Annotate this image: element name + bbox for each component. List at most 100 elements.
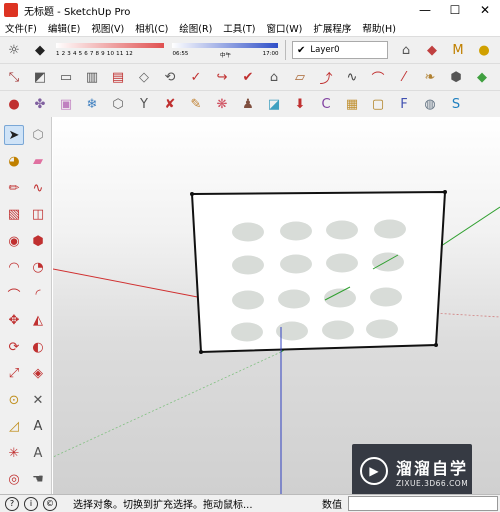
component-icon[interactable]: ⬡ — [28, 125, 48, 145]
push-down-icon[interactable]: ⬇ — [290, 94, 310, 114]
shadow-icon[interactable]: ☼ — [4, 40, 24, 60]
axes-icon[interactable]: ✳ — [4, 443, 24, 463]
move-icon[interactable]: ✥ — [4, 311, 24, 331]
shadow-date-slider[interactable]: 1 2 3 4 5 6 7 8 9 10 11 12 — [56, 39, 164, 61]
hole[interactable] — [370, 287, 402, 307]
cube-icon[interactable]: ▣ — [56, 94, 76, 114]
shadow-date-track[interactable] — [56, 43, 164, 48]
maple-leaf-icon[interactable]: ❋ — [212, 94, 232, 114]
menu-item[interactable]: 编辑(E) — [43, 21, 86, 35]
hole[interactable] — [231, 322, 263, 342]
ball-icon[interactable]: ◍ — [420, 94, 440, 114]
scale-icon[interactable]: ⤢ — [4, 364, 24, 384]
panel-face[interactable] — [190, 190, 447, 354]
rotate-icon[interactable]: ⟳ — [4, 337, 24, 357]
paint-red-icon[interactable]: ● — [4, 94, 24, 114]
extrude-icon[interactable]: ▤ — [108, 67, 128, 87]
select-arrow-icon[interactable]: ➤ — [4, 125, 24, 145]
offset-face-icon[interactable]: ▭ — [56, 67, 76, 87]
layer-dropdown[interactable]: ✔ Layer0 — [292, 41, 388, 59]
text-icon[interactable]: A — [28, 417, 48, 437]
follow-me-icon[interactable]: ◐ — [28, 337, 48, 357]
hole[interactable] — [326, 220, 358, 240]
offset-icon[interactable]: ◈ — [28, 364, 48, 384]
hole[interactable] — [232, 255, 264, 275]
menu-item[interactable]: 窗口(W) — [262, 21, 309, 35]
divide-icon[interactable]: ⁄ — [394, 67, 414, 87]
box-icon[interactable]: ▦ — [342, 94, 362, 114]
f6-icon[interactable]: F — [394, 94, 414, 114]
drawing-viewport[interactable] — [53, 117, 500, 495]
rectangle-icon[interactable]: ▧ — [4, 205, 24, 225]
maximize-button[interactable]: ☐ — [440, 0, 470, 20]
eraser-tool-icon[interactable]: ▰ — [28, 152, 48, 172]
array-icon[interactable]: ▥ — [82, 67, 102, 87]
paint-bucket-icon[interactable]: ◕ — [4, 152, 24, 172]
hole[interactable] — [374, 219, 406, 239]
arc-tool-icon[interactable]: ⌒ — [368, 67, 388, 87]
arc-3pt-icon[interactable]: ⌒ — [4, 284, 24, 304]
shadow-time-slider[interactable]: 06:55 中午 17:00 — [172, 39, 279, 61]
layout-icon[interactable]: ● — [474, 40, 494, 60]
hole[interactable] — [280, 254, 312, 274]
menu-item[interactable]: 扩展程序 — [308, 21, 357, 35]
c3-icon[interactable]: C — [316, 94, 336, 114]
menu-item[interactable]: 文件(F) — [0, 21, 43, 35]
brush-icon[interactable]: ✎ — [186, 94, 206, 114]
hole[interactable] — [326, 253, 358, 273]
cross-tool-icon[interactable]: ✘ — [160, 94, 180, 114]
credits-icon[interactable]: © — [43, 496, 57, 511]
slice-icon[interactable]: ◇ — [134, 67, 154, 87]
menu-item[interactable]: 帮助(H) — [357, 21, 402, 35]
3d-text-icon[interactable]: A — [28, 443, 48, 463]
menu-item[interactable]: 相机(C) — [130, 21, 174, 35]
info-icon[interactable]: i — [24, 496, 38, 511]
orbit-icon[interactable]: ◎ — [4, 470, 24, 490]
extension-warehouse-icon[interactable]: M — [448, 40, 468, 60]
push-face-icon[interactable]: ◩ — [30, 67, 50, 87]
leaf-icon[interactable]: ❧ — [420, 67, 440, 87]
color-cube-icon[interactable]: ◪ — [264, 94, 284, 114]
menu-item[interactable]: 绘图(R) — [174, 21, 218, 35]
polyline-icon[interactable]: ∿ — [342, 67, 362, 87]
snowflake-icon[interactable]: ❄ — [82, 94, 102, 114]
pencil-icon[interactable]: ✏ — [4, 178, 24, 198]
skin-icon[interactable]: S — [446, 94, 466, 114]
frame-icon[interactable]: ▢ — [368, 94, 388, 114]
y-branch-icon[interactable]: Y — [134, 94, 154, 114]
hole[interactable] — [322, 320, 354, 340]
hole[interactable] — [372, 252, 404, 272]
polygon-icon[interactable]: ⬢ — [28, 231, 48, 251]
hole[interactable] — [232, 290, 264, 310]
measurements-input[interactable] — [348, 496, 498, 511]
bezier-icon[interactable]: ⤴ — [316, 67, 336, 87]
pie-icon[interactable]: ◔ — [28, 258, 48, 278]
spline-icon[interactable]: ↪ — [212, 67, 232, 87]
move-vertex-icon[interactable]: ⤡ — [4, 67, 24, 87]
share-model-icon[interactable]: ◆ — [422, 40, 442, 60]
wire-cube-icon[interactable]: ⬡ — [108, 94, 128, 114]
arc-2pt-icon[interactable]: ◜ — [28, 284, 48, 304]
person-icon[interactable]: ♟ — [238, 94, 258, 114]
minimize-button[interactable]: — — [410, 0, 440, 20]
rotated-rect-icon[interactable]: ◫ — [28, 205, 48, 225]
circle-icon[interactable]: ◉ — [4, 231, 24, 251]
warehouse-icon[interactable]: ⌂ — [396, 40, 416, 60]
hole[interactable] — [366, 319, 398, 339]
model-canvas[interactable] — [53, 117, 500, 495]
arc-icon[interactable]: ◠ — [4, 258, 24, 278]
rotate-copy-icon[interactable]: ⟲ — [160, 67, 180, 87]
eraser-icon[interactable]: ◆ — [30, 40, 50, 60]
protractor-icon[interactable]: ◿ — [4, 417, 24, 437]
close-button[interactable]: ✕ — [470, 0, 500, 20]
check-curve-icon[interactable]: ✔ — [238, 67, 258, 87]
help-icon[interactable]: ? — [5, 496, 19, 511]
push-pull-icon[interactable]: ◭ — [28, 311, 48, 331]
hole[interactable] — [278, 289, 310, 309]
tape-icon[interactable]: ▱ — [290, 67, 310, 87]
molecule-icon[interactable]: ✤ — [30, 94, 50, 114]
dimension-icon[interactable]: ✕ — [28, 390, 48, 410]
menu-item[interactable]: 视图(V) — [86, 21, 130, 35]
menu-item[interactable]: 工具(T) — [218, 21, 261, 35]
hole[interactable] — [280, 221, 312, 241]
